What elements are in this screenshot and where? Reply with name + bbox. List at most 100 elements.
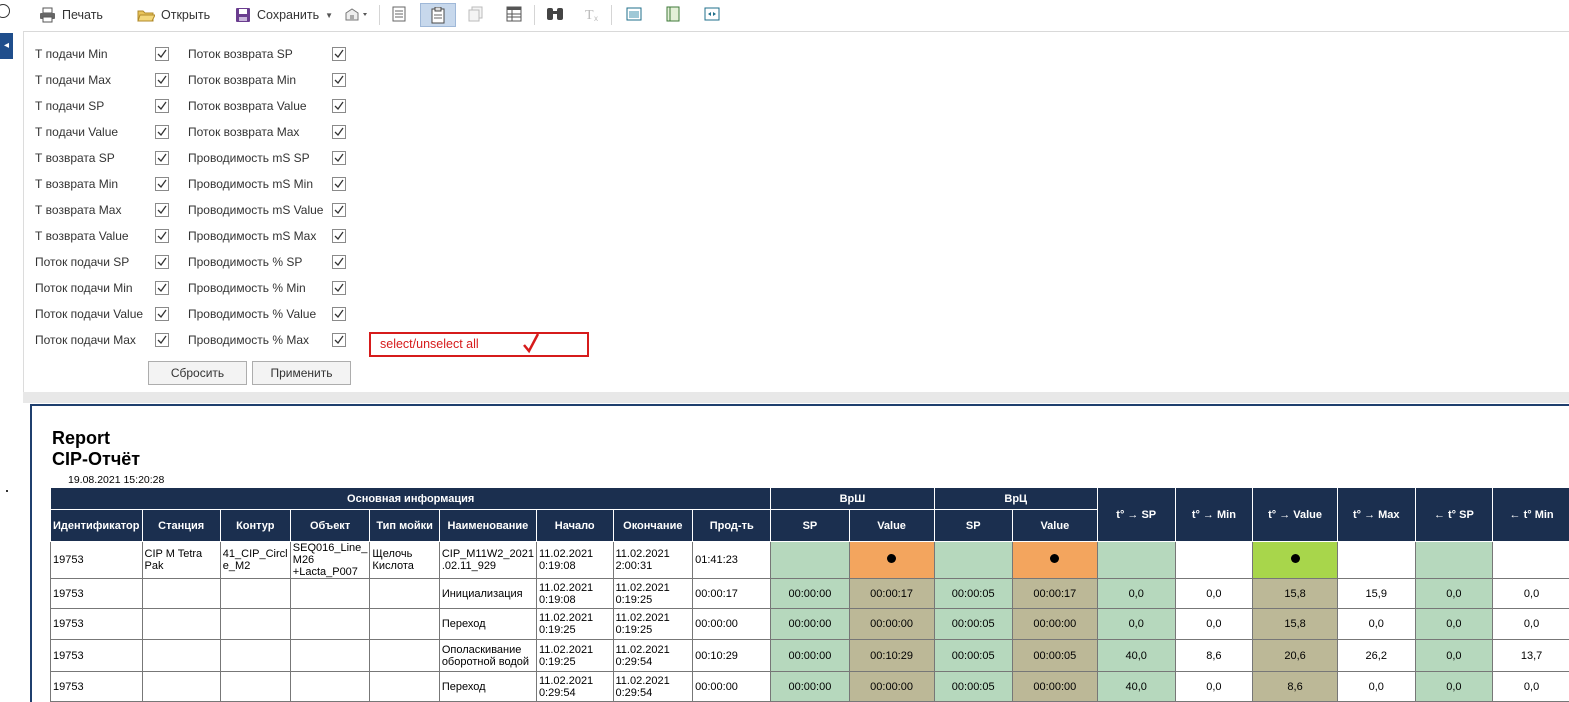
copy-button[interactable] [467, 5, 485, 23]
table-row[interactable]: 19753Переход11.02.2021 0:19:2511.02.2021… [51, 609, 1569, 640]
side-tab[interactable]: ◂ [0, 33, 13, 59]
table-cell: 20,6 [1253, 640, 1338, 672]
filter-checkbox[interactable] [155, 125, 169, 139]
binoculars-icon [546, 6, 564, 22]
filter-checkbox[interactable] [332, 99, 346, 113]
column-header[interactable]: Value [849, 510, 934, 542]
column-header[interactable]: t° → Max [1337, 488, 1415, 542]
filter-checkbox[interactable] [155, 99, 169, 113]
table-cell: 11.02.2021 0:19:25 [536, 609, 613, 640]
filter-checkbox[interactable] [332, 151, 346, 165]
open-label: Открыть [161, 8, 210, 22]
find-button[interactable] [546, 5, 564, 23]
column-header[interactable]: t° → Min [1175, 488, 1253, 542]
filter-checkbox[interactable] [155, 255, 169, 269]
filter-checkbox[interactable] [332, 281, 346, 295]
column-header[interactable]: Контур [220, 510, 290, 542]
info-icon[interactable] [0, 4, 10, 18]
column-header[interactable]: t° → SP [1097, 488, 1175, 542]
page-view-button[interactable] [390, 5, 408, 23]
save-button[interactable]: Сохранить ▼ [235, 4, 333, 26]
save-icon [235, 7, 251, 23]
filter-checkbox[interactable] [332, 47, 346, 61]
table-cell [142, 609, 220, 640]
column-header[interactable]: SP [934, 510, 1012, 542]
column-header[interactable]: Наименование [439, 510, 536, 542]
table-row[interactable]: 19753Переход11.02.2021 0:29:5411.02.2021… [51, 672, 1569, 702]
table-cell: 0,0 [1493, 579, 1569, 609]
column-header[interactable]: Тип мойки [370, 510, 439, 542]
table-cell: 15,8 [1253, 609, 1338, 640]
table-cell [220, 672, 290, 702]
layout-button-2[interactable] [664, 5, 682, 23]
column-header[interactable]: ← t° Min [1493, 488, 1569, 542]
reset-button[interactable]: Сбросить [148, 361, 247, 385]
filter-checkbox[interactable] [155, 203, 169, 217]
table-cell [1097, 542, 1175, 579]
filter-checkbox[interactable] [332, 255, 346, 269]
filter-checkbox[interactable] [155, 73, 169, 87]
column-header[interactable]: Объект [290, 510, 370, 542]
check-icon [157, 231, 167, 241]
column-header[interactable]: t° → Value [1253, 488, 1338, 542]
column-header[interactable]: Станция [142, 510, 220, 542]
column-header[interactable]: Прод-ть [693, 510, 771, 542]
check-icon [157, 49, 167, 59]
table-cell: 19753 [51, 542, 143, 579]
table-cell: 15,9 [1337, 579, 1415, 609]
layout-button-3[interactable] [703, 5, 721, 23]
table-cell: 00:00:00 [693, 672, 771, 702]
check-icon [334, 153, 344, 163]
print-button[interactable]: Печать [39, 4, 103, 26]
column-header[interactable]: ← t° SP [1415, 488, 1493, 542]
divider-band [23, 392, 1569, 403]
layout-button-1[interactable] [625, 5, 643, 23]
column-header[interactable]: Начало [536, 510, 613, 542]
toolbar-separator [534, 5, 535, 25]
export-button[interactable] [343, 5, 371, 23]
table-cell: 00:00:00 [771, 609, 849, 640]
table-cell: Инициализация [439, 579, 536, 609]
filter-checkbox[interactable] [155, 281, 169, 295]
clipboard-button[interactable] [420, 3, 456, 27]
filter-checkbox[interactable] [332, 125, 346, 139]
export-icon [344, 6, 370, 22]
clear-format-button[interactable]: Tx [584, 5, 602, 23]
filter-checkbox[interactable] [332, 307, 346, 321]
filter-checkbox[interactable] [155, 177, 169, 191]
filter-checkbox[interactable] [332, 177, 346, 191]
check-icon [334, 283, 344, 293]
table-cell: 19753 [51, 609, 143, 640]
filter-checkbox[interactable] [155, 151, 169, 165]
table-cell: 19753 [51, 579, 143, 609]
column-header[interactable]: Окончание [613, 510, 693, 542]
filter-checkbox[interactable] [332, 229, 346, 243]
report-title: Report CIP-Отчёт [52, 428, 140, 470]
copy-icon [468, 6, 484, 22]
apply-button[interactable]: Применить [252, 361, 351, 385]
left-strip: ◂ [0, 0, 13, 700]
filter-checkbox[interactable] [155, 307, 169, 321]
print-label: Печать [62, 8, 103, 22]
open-button[interactable]: Открыть [137, 4, 210, 26]
table-cell: 00:00:05 [934, 609, 1012, 640]
filter-checkbox[interactable] [155, 333, 169, 347]
filter-checkbox[interactable] [332, 203, 346, 217]
table-cell: 0,0 [1175, 579, 1253, 609]
chevron-down-icon[interactable]: ▼ [325, 11, 333, 20]
table-cell: SEQ016_Line_ M26 +Lacta_P007 [290, 542, 370, 579]
column-header[interactable]: Идентификатор [51, 510, 143, 542]
filter-checkbox[interactable] [155, 229, 169, 243]
column-header[interactable]: Value [1012, 510, 1097, 542]
column-header[interactable]: SP [771, 510, 849, 542]
filter-checkbox[interactable] [332, 73, 346, 87]
table-cell: Ополаскивание оборотной водой [439, 640, 536, 672]
table-row[interactable]: 19753CIP M Tetra Pak41_CIP_Circl e_M2SEQ… [51, 542, 1569, 579]
table-cell: 01:41:23 [693, 542, 771, 579]
filter-label: Т возврата SP [35, 148, 115, 168]
table-row[interactable]: 19753Инициализация11.02.2021 0:19:0811.0… [51, 579, 1569, 609]
table-row[interactable]: 19753Ополаскивание оборотной водой11.02.… [51, 640, 1569, 672]
filter-checkbox[interactable] [332, 333, 346, 347]
table-button[interactable] [505, 5, 523, 23]
filter-checkbox[interactable] [155, 47, 169, 61]
